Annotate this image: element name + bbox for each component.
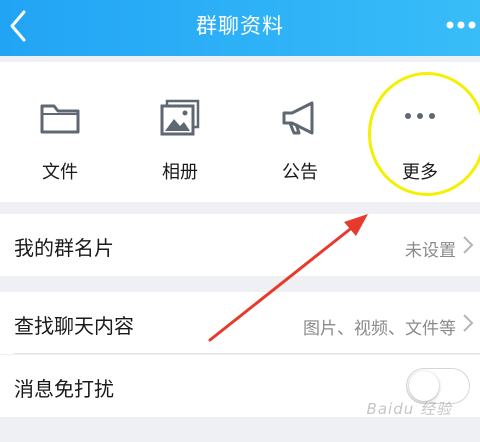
announcement-action[interactable]: 公告 [240, 62, 360, 202]
search-chat-value: 图片、视频、文件等 [303, 319, 456, 339]
header-more-button[interactable] [440, 10, 480, 40]
folder-icon [40, 104, 80, 134]
back-button[interactable] [4, 6, 34, 46]
action-grid: 文件 相册 公告 更多 [0, 62, 480, 202]
chevron-left-icon [10, 10, 26, 42]
album-icon [160, 99, 200, 136]
group-card-value: 未设置 [405, 241, 456, 261]
files-action[interactable]: 文件 [0, 62, 120, 202]
search-chat-label: 查找聊天内容 [14, 314, 134, 338]
mute-label: 消息免打扰 [14, 377, 114, 401]
more-dots-icon [446, 21, 476, 29]
group-card-row[interactable]: 我的群名片 未设置 [0, 214, 480, 276]
group-card-label: 我的群名片 [14, 236, 114, 260]
watermark: Baidu 经验 [366, 400, 452, 418]
album-label: 相册 [162, 162, 198, 183]
more-dots-icon [405, 113, 435, 119]
album-action[interactable]: 相册 [120, 62, 240, 202]
toggle-knob [409, 371, 439, 401]
search-chat-row[interactable]: 查找聊天内容 图片、视频、文件等 [0, 292, 480, 354]
row-divider [14, 353, 480, 354]
more-action[interactable]: 更多 [360, 62, 480, 202]
chevron-right-icon [463, 314, 474, 332]
chevron-right-icon [463, 236, 474, 254]
page-title: 群聊资料 [196, 14, 284, 38]
announcement-label: 公告 [282, 162, 318, 183]
files-label: 文件 [42, 162, 78, 183]
more-label: 更多 [402, 162, 438, 183]
megaphone-icon [282, 101, 314, 135]
title-bar: 群聊资料 [0, 0, 480, 56]
